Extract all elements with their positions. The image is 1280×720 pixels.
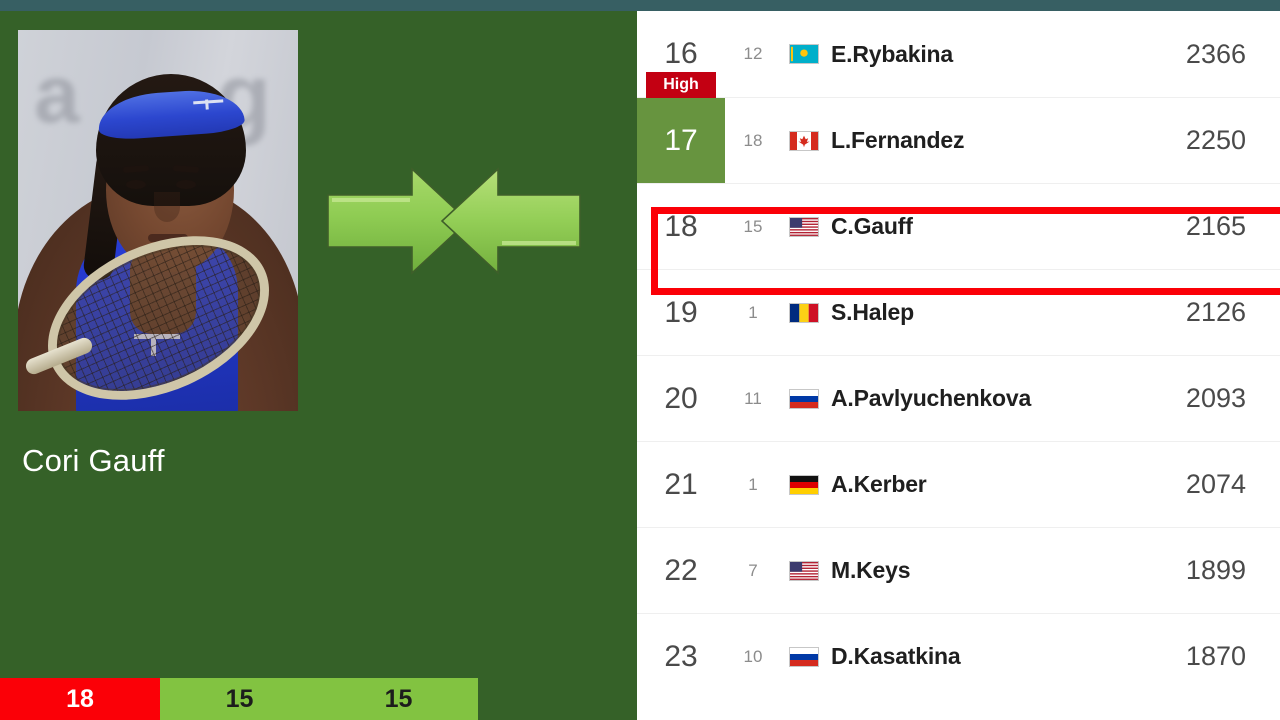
rank-change-cell: 10 — [743, 646, 763, 666]
flag-cell — [781, 388, 827, 409]
points-cell: 2250 — [1185, 125, 1246, 155]
player-name-cell[interactable]: C.Gauff — [827, 213, 1114, 240]
rank-cell: 20 — [637, 356, 725, 441]
rank-cell: High 17 — [637, 72, 725, 183]
player-stat-bar: 18 15 15 — [0, 678, 478, 720]
rank-cell: 23 — [637, 614, 725, 699]
flag-cell — [781, 130, 827, 151]
flag-cell — [781, 216, 827, 237]
table-row[interactable]: 22 7 M.Keys 1899 — [637, 527, 1280, 613]
rank-value: 17 — [664, 123, 698, 157]
flag-cell — [781, 646, 827, 667]
stat-value-b: 15 — [319, 678, 478, 720]
flag-cell — [781, 302, 827, 323]
rank-value: 19 — [664, 295, 698, 329]
rank-value: 21 — [664, 467, 698, 501]
canada-flag — [789, 130, 819, 151]
career-high-badge: High — [646, 72, 716, 98]
player-hero-panel: a g Cori Gauff 18 15 15 — [0, 11, 637, 720]
table-row[interactable]: 20 11 A.Pavlyuchenkova 2093 — [637, 355, 1280, 441]
points-cell: 2093 — [1185, 383, 1246, 413]
rank-cell: 21 — [637, 442, 725, 527]
flag-cell — [781, 474, 827, 495]
kazakhstan-flag — [789, 44, 819, 64]
player-name-cell[interactable]: M.Keys — [827, 557, 1114, 584]
rank-change-cell: 11 — [744, 388, 762, 408]
points-cell: 1870 — [1185, 641, 1246, 671]
player-name-cell[interactable]: S.Halep — [827, 299, 1114, 326]
player-eye-right — [176, 180, 196, 189]
stat-value-a: 15 — [160, 678, 319, 720]
table-row[interactable]: High 17 18 L.Fernandez 2250 — [637, 72, 1280, 183]
usa-flag — [789, 560, 819, 581]
rank-value: 20 — [664, 381, 698, 415]
rank-change-cell: 12 — [743, 44, 763, 63]
points-cell: 2126 — [1185, 297, 1246, 327]
player-name-cell[interactable]: L.Fernandez — [827, 127, 1114, 154]
rank-change-cell: 7 — [748, 560, 758, 580]
player-nose — [154, 192, 180, 222]
rank-cell: 22 — [637, 528, 725, 613]
rank-change-cell: 18 — [743, 130, 763, 150]
player-eye-left — [126, 180, 146, 189]
arrow-left-icon — [440, 167, 581, 275]
screenshot-root: a g Cori Gauff 18 15 15 16 12 E.Rybakina… — [0, 0, 1280, 720]
points-cell: 1899 — [1185, 555, 1246, 585]
converging-arrows-graphic — [327, 167, 581, 275]
background-letter-a: a — [34, 49, 80, 140]
table-row[interactable]: 23 10 D.Kasatkina 1870 — [637, 613, 1280, 699]
romania-flag — [789, 302, 819, 323]
flag-cell — [781, 560, 827, 581]
points-cell: 2165 — [1185, 211, 1246, 241]
table-row[interactable]: 16 12 E.Rybakina 2366 — [637, 11, 1280, 97]
flag-cell — [781, 44, 827, 64]
table-row[interactable]: 21 1 A.Kerber 2074 — [637, 441, 1280, 527]
player-name-cell[interactable]: A.Kerber — [827, 471, 1114, 498]
ranking-rows: 16 12 E.Rybakina 2366 High 17 18 L.Fernandez 225… — [637, 11, 1280, 699]
russia-flag — [789, 388, 819, 409]
stat-current-rank: 18 — [0, 678, 160, 720]
rank-cell: 18 — [637, 184, 725, 269]
rank-cell: 19 — [637, 270, 725, 355]
rank-value: 18 — [664, 209, 698, 243]
russia-flag — [789, 646, 819, 667]
table-row[interactable]: 19 1 S.Halep 2126 — [637, 269, 1280, 355]
rank-value: 23 — [664, 639, 698, 673]
points-cell: 2366 — [1185, 38, 1246, 69]
rank-change-cell: 15 — [743, 216, 763, 236]
points-cell: 2074 — [1185, 469, 1246, 499]
player-photo: a g — [18, 30, 298, 411]
rank-change-cell: 1 — [748, 302, 758, 322]
ranking-table: 16 12 E.Rybakina 2366 High 17 18 L.Fernandez 225… — [637, 11, 1280, 720]
player-name-cell[interactable]: A.Pavlyuchenkova — [827, 385, 1114, 412]
player-name-cell[interactable]: D.Kasatkina — [827, 643, 1114, 670]
usa-flag — [789, 216, 819, 237]
rank-change-cell: 1 — [748, 474, 758, 494]
rank-value: 22 — [664, 553, 698, 587]
rank-value: 16 — [664, 37, 698, 70]
top-accent-strip — [0, 0, 1280, 11]
player-name-cell[interactable]: E.Rybakina — [827, 41, 1114, 68]
player-name: Cori Gauff — [22, 443, 165, 478]
germany-flag — [789, 474, 819, 495]
table-row[interactable]: 18 15 C.Gauff 2165 — [637, 183, 1280, 269]
